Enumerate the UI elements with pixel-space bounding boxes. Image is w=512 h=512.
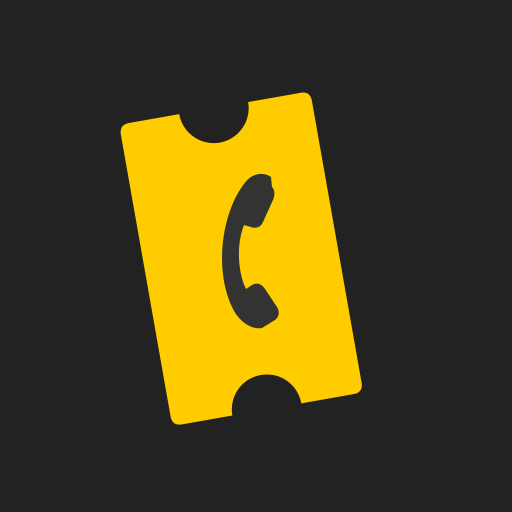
app-icon xyxy=(0,0,512,512)
ticket-phone-artwork xyxy=(0,0,512,512)
